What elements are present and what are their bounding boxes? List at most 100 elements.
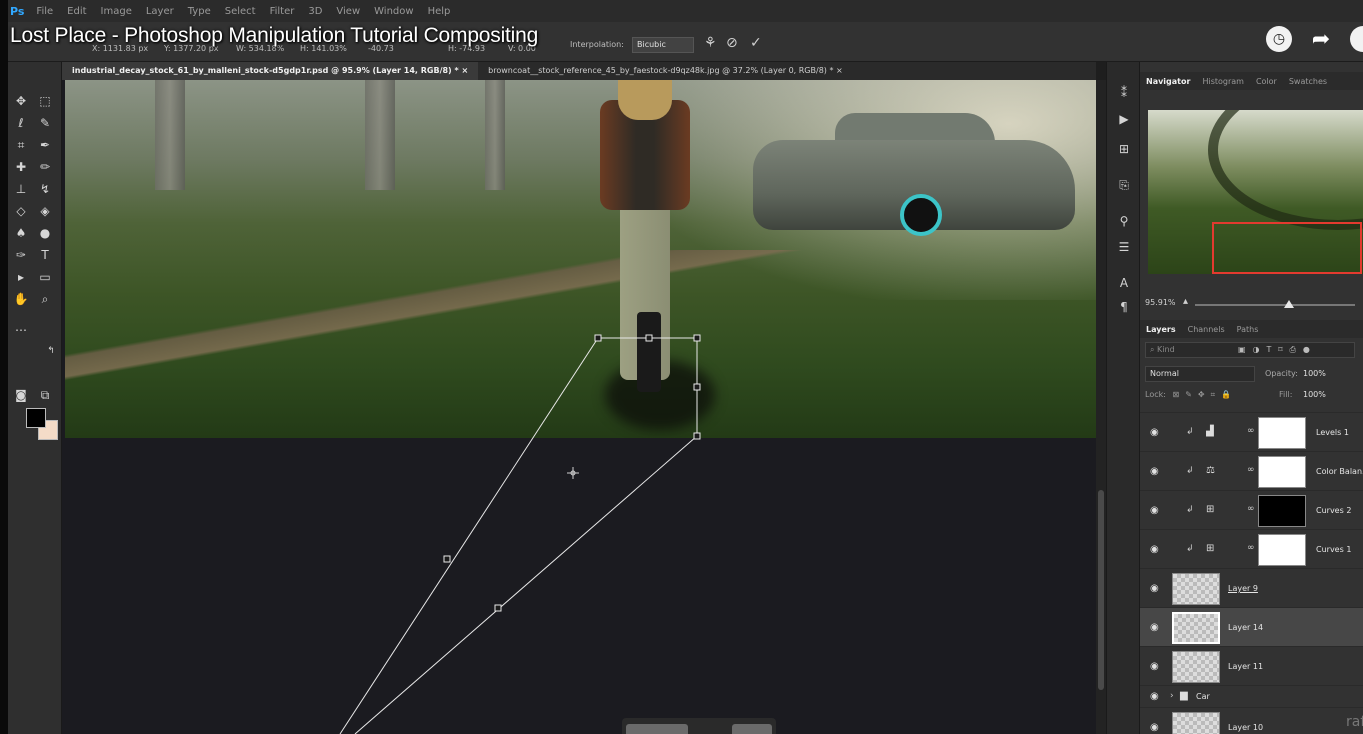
layer-thumbnail[interactable] [1172,573,1220,605]
tab-paths[interactable]: Paths [1231,325,1265,334]
link-chain-icon[interactable]: ∞ [1247,504,1255,514]
layer-name: Color Balan... [1316,467,1363,476]
watermark-text: raf [1346,714,1363,730]
lock-label: Lock: [1145,390,1166,399]
layer-thumbnail[interactable] [1172,712,1220,734]
zoom-slider-knob[interactable] [1284,300,1295,308]
tab-layers[interactable]: Layers [1140,325,1182,334]
video-control-button[interactable] [626,724,688,734]
clipping-arrow-icon: ↲ [1186,544,1194,554]
tab-swatches[interactable]: Swatches [1283,77,1333,86]
layer-row-layer-14[interactable]: ◉ Layer 14 [1140,607,1363,646]
video-player-controls [622,718,776,734]
search-icon: ⌕ [1150,345,1158,354]
visibility-eye-icon[interactable]: ◉ [1150,583,1159,594]
layer-mask-thumb[interactable] [1258,456,1306,488]
navigator-zoom: 95.91% ▴ [1145,296,1360,312]
filter-kind-label: Kind [1157,345,1175,354]
lock-icons[interactable]: ⊠✎✥⌗🔒 [1172,390,1237,399]
layers-list: ◉ ↲ ▟ ∞ Levels 1 ◉ ↲ ⚖ ∞ Color Balan... … [1140,412,1363,734]
layer-name: Curves 1 [1316,545,1352,554]
layer-row-color-balance[interactable]: ◉ ↲ ⚖ ∞ Color Balan... [1140,451,1363,490]
layer-row-curves-2[interactable]: ◉ ↲ ⊞ ∞ Curves 2 [1140,490,1363,529]
opacity-value[interactable]: 100% [1303,369,1326,378]
layer-name: Curves 2 [1316,506,1352,515]
zoom-out-icon[interactable]: ▴ [1183,296,1188,307]
layer-row-levels-1[interactable]: ◉ ↲ ▟ ∞ Levels 1 [1140,412,1363,451]
reference-point-icon[interactable] [567,467,579,479]
transform-handle[interactable] [645,334,653,342]
foreground-color-swatch[interactable] [26,408,46,428]
transform-handle[interactable] [594,334,602,342]
tab-channels[interactable]: Channels [1182,325,1231,334]
opacity-label: Opacity: [1265,369,1298,378]
blend-mode-select[interactable]: Normal [1145,366,1255,382]
clipping-arrow-icon: ↲ [1186,427,1194,437]
levels-icon: ▟ [1206,426,1214,437]
visibility-eye-icon[interactable]: ◉ [1150,505,1159,516]
visibility-eye-icon[interactable]: ◉ [1150,544,1159,555]
layer-mask-thumb[interactable] [1258,534,1306,566]
transform-handle[interactable] [693,334,701,342]
layer-mask-thumb[interactable] [1258,417,1306,449]
transform-handle[interactable] [443,555,451,563]
visibility-eye-icon[interactable]: ◉ [1150,427,1159,438]
clipping-arrow-icon: ↲ [1186,466,1194,476]
video-control-button[interactable] [732,724,772,734]
color-balance-icon: ⚖ [1206,465,1215,476]
navigator-tabs: Navigator Histogram Color Swatches [1140,72,1363,90]
actions-panel-icon[interactable]: ▶ [1116,112,1132,128]
layer-thumbnail[interactable] [1172,651,1220,683]
curves-icon: ⊞ [1206,504,1215,515]
layer-name: Levels 1 [1316,428,1349,437]
collapsed-panels-strip: ⁑ ▶ ⊞ ⎘ ⚲ ☰ A ¶ [1106,62,1140,734]
folder-icon: ▆ [1180,690,1188,701]
chevron-right-icon[interactable]: › [1170,691,1174,701]
visibility-eye-icon[interactable]: ◉ [1150,622,1159,633]
fill-value[interactable]: 100% [1303,390,1326,399]
paragraph-panel-icon[interactable]: ¶ [1116,300,1132,316]
layer-name: Layer 14 [1228,623,1264,632]
tab-color[interactable]: Color [1250,77,1283,86]
zoom-slider[interactable] [1195,304,1355,306]
link-chain-icon[interactable]: ∞ [1247,465,1255,475]
canvas-vertical-scrollbar[interactable] [1096,80,1106,734]
clone-source-icon[interactable]: ⎘ [1116,178,1132,194]
zoom-value[interactable]: 95.91% [1145,298,1176,307]
visibility-eye-icon[interactable]: ◉ [1150,722,1159,733]
link-chain-icon[interactable]: ∞ [1247,543,1255,553]
layer-thumbnail[interactable] [1172,612,1220,644]
layer-name: Layer 9 [1228,584,1258,593]
adjustments-icon[interactable]: ☰ [1116,240,1132,256]
visibility-eye-icon[interactable]: ◉ [1150,661,1159,672]
tab-navigator[interactable]: Navigator [1140,77,1196,86]
transform-handle[interactable] [494,604,502,612]
layer-name: Car [1196,692,1210,701]
layer-row-layer-10[interactable]: ◉ Layer 10 [1140,707,1363,734]
visibility-eye-icon[interactable]: ◉ [1150,691,1159,702]
right-panels: Navigator Histogram Color Swatches 95.91… [1140,62,1363,734]
layer-row-layer-11[interactable]: ◉ Layer 11 [1140,646,1363,685]
transform-handle[interactable] [693,432,701,440]
fill-label: Fill: [1279,390,1293,399]
layer-group-car[interactable]: ◉ › ▆ Car [1140,685,1363,707]
properties-panel-icon[interactable]: ⊞ [1116,142,1132,158]
layer-filter-kind[interactable]: ⌕ Kind ▣◑T⌑⎙● [1145,342,1355,358]
layer-row-layer-9[interactable]: ◉ Layer 9 [1140,568,1363,607]
tab-histogram[interactable]: Histogram [1196,77,1250,86]
preview-arch [1208,110,1363,230]
filter-type-icons[interactable]: ▣◑T⌑⎙● [1238,343,1317,357]
character-panel-icon[interactable]: A [1116,276,1132,292]
curves-icon: ⊞ [1206,543,1215,554]
layer-mask-thumb[interactable] [1258,495,1306,527]
brush-settings-icon[interactable]: ⚲ [1116,214,1132,230]
clipping-arrow-icon: ↲ [1186,505,1194,515]
transform-handle[interactable] [693,383,701,391]
layer-row-curves-1[interactable]: ◉ ↲ ⊞ ∞ Curves 1 [1140,529,1363,568]
link-chain-icon[interactable]: ∞ [1247,426,1255,436]
history-panel-icon[interactable]: ⁑ [1116,86,1132,102]
visibility-eye-icon[interactable]: ◉ [1150,466,1159,477]
layers-tabs: Layers Channels Paths [1140,320,1363,338]
navigator-view-box[interactable] [1212,222,1362,274]
scrollbar-thumb[interactable] [1098,490,1104,690]
